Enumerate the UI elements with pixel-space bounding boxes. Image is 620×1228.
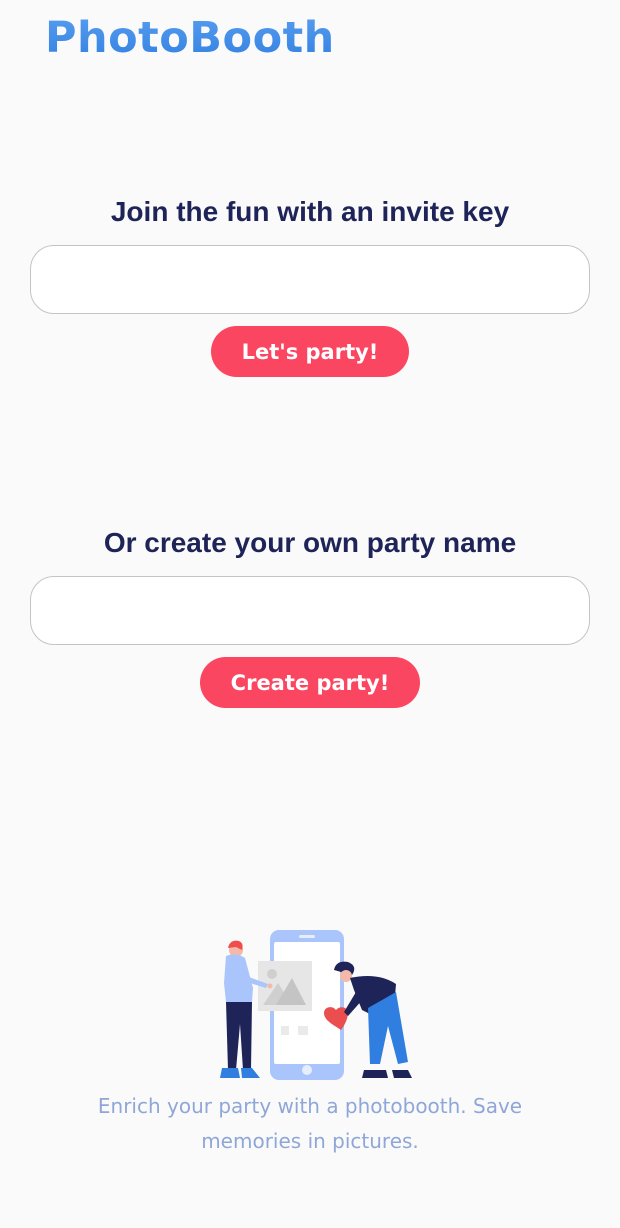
app-logo: PhotoBooth bbox=[45, 10, 335, 66]
join-party-section: Join the fun with an invite key Let's pa… bbox=[0, 194, 620, 377]
invite-key-input[interactable] bbox=[30, 245, 590, 314]
join-party-button[interactable]: Let's party! bbox=[210, 326, 410, 377]
party-name-input[interactable] bbox=[30, 576, 590, 645]
photobooth-illustration bbox=[220, 930, 412, 1080]
join-heading: Join the fun with an invite key bbox=[110, 196, 510, 227]
create-party-section: Or create your own party name Create par… bbox=[0, 525, 620, 708]
phone-graphic bbox=[258, 930, 344, 1080]
footer-tagline: Enrich your party with a photobooth. Sav… bbox=[97, 1094, 523, 1153]
create-heading: Or create your own party name bbox=[103, 527, 517, 558]
create-party-button[interactable]: Create party! bbox=[199, 657, 421, 708]
